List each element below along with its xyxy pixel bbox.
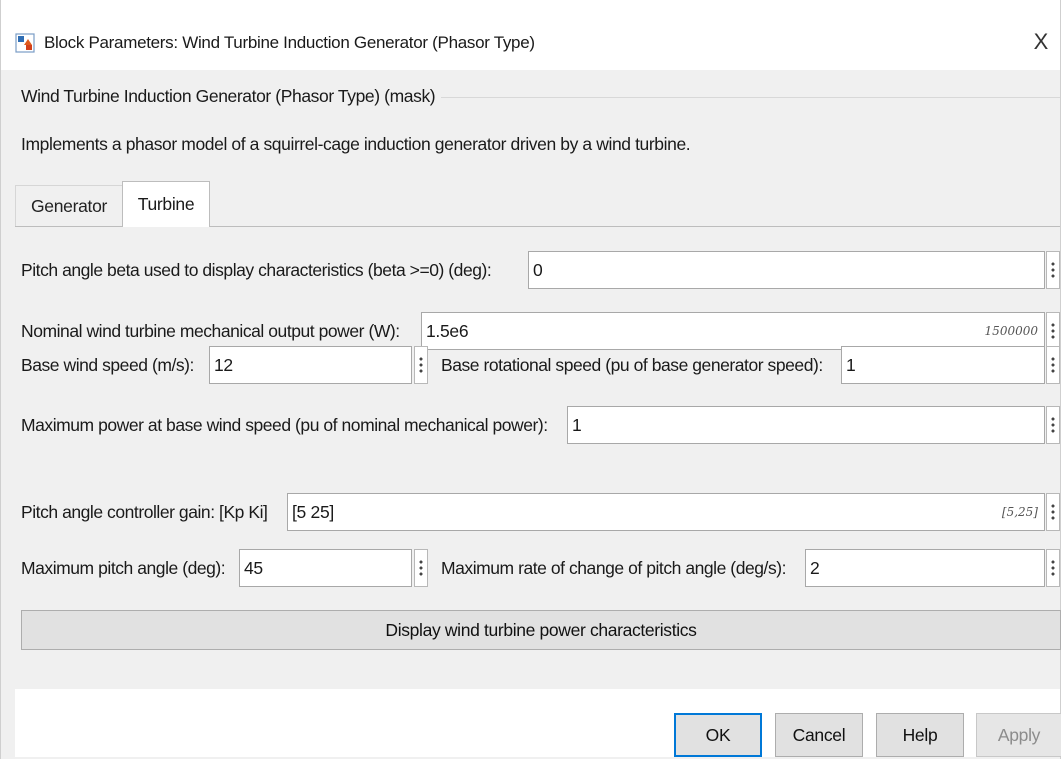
ok-button[interactable]: OK bbox=[674, 713, 762, 757]
help-button[interactable]: Help bbox=[876, 713, 964, 757]
display-power-characteristics-button[interactable]: Display wind turbine power characteristi… bbox=[21, 610, 1061, 650]
max-power-more-icon[interactable] bbox=[1046, 406, 1060, 444]
nominal-power-evaluated-hint: 1500000 bbox=[984, 324, 1038, 338]
vertical-dots-icon bbox=[1051, 503, 1055, 521]
tab-generator[interactable]: Generator bbox=[15, 185, 123, 226]
close-icon[interactable]: X bbox=[1028, 28, 1054, 56]
apply-button[interactable]: Apply bbox=[976, 713, 1061, 757]
pitch-beta-input[interactable]: 0 bbox=[528, 251, 1045, 289]
base-rot-speed-more-icon[interactable] bbox=[1046, 346, 1060, 384]
pitch-gain-value: [5 25] bbox=[292, 502, 334, 522]
vertical-dots-icon bbox=[1051, 322, 1055, 340]
base-rot-speed-label: Base rotational speed (pu of base genera… bbox=[441, 355, 823, 375]
max-pitch-label: Maximum pitch angle (deg): bbox=[21, 558, 226, 578]
nominal-power-more-icon[interactable] bbox=[1046, 312, 1060, 350]
pitch-beta-more-icon[interactable] bbox=[1046, 251, 1060, 289]
vertical-dots-icon bbox=[1051, 261, 1055, 279]
vertical-dots-icon bbox=[419, 356, 423, 374]
max-pitch-more-icon[interactable] bbox=[414, 549, 428, 587]
max-rate-label: Maximum rate of change of pitch angle (d… bbox=[441, 558, 787, 578]
pitch-gain-label: Pitch angle controller gain: [Kp Ki] bbox=[21, 502, 268, 522]
base-wind-speed-label: Base wind speed (m/s): bbox=[21, 355, 194, 375]
max-rate-more-icon[interactable] bbox=[1046, 549, 1060, 587]
base-rot-speed-value: 1 bbox=[846, 355, 856, 375]
max-pitch-value: 45 bbox=[244, 558, 263, 578]
vertical-dots-icon bbox=[1051, 559, 1055, 577]
base-rot-speed-input[interactable]: 1 bbox=[841, 346, 1045, 384]
title-bar[interactable]: Block Parameters: Wind Turbine Induction… bbox=[1, 0, 1060, 70]
base-wind-speed-more-icon[interactable] bbox=[414, 346, 428, 384]
max-rate-value: 2 bbox=[810, 558, 820, 578]
vertical-dots-icon bbox=[1051, 416, 1055, 434]
max-rate-input[interactable]: 2 bbox=[805, 549, 1045, 587]
pitch-beta-label: Pitch angle beta used to display charact… bbox=[21, 260, 492, 280]
max-power-value: 1 bbox=[572, 415, 582, 435]
pitch-gain-input[interactable]: [5 25] [5,25] bbox=[287, 493, 1045, 531]
cancel-button[interactable]: Cancel bbox=[775, 713, 863, 757]
nominal-power-value: 1.5e6 bbox=[426, 321, 469, 341]
pitch-beta-value: 0 bbox=[533, 260, 543, 280]
vertical-dots-icon bbox=[419, 559, 423, 577]
simulink-block-icon bbox=[15, 33, 35, 53]
vertical-dots-icon bbox=[1051, 356, 1055, 374]
mask-description: Implements a phasor model of a squirrel-… bbox=[21, 134, 691, 154]
pitch-gain-more-icon[interactable] bbox=[1046, 493, 1060, 531]
base-wind-speed-input[interactable]: 12 bbox=[209, 346, 412, 384]
pitch-gain-evaluated-hint: [5,25] bbox=[1001, 505, 1038, 519]
tab-turbine[interactable]: Turbine bbox=[122, 181, 210, 227]
window-title: Block Parameters: Wind Turbine Induction… bbox=[44, 33, 535, 52]
block-parameters-dialog: Block Parameters: Wind Turbine Induction… bbox=[0, 0, 1061, 759]
mask-group-title: Wind Turbine Induction Generator (Phasor… bbox=[21, 86, 442, 107]
max-pitch-input[interactable]: 45 bbox=[239, 549, 412, 587]
max-power-label: Maximum power at base wind speed (pu of … bbox=[21, 415, 548, 435]
base-wind-speed-value: 12 bbox=[214, 355, 233, 375]
max-power-input[interactable]: 1 bbox=[567, 406, 1045, 444]
